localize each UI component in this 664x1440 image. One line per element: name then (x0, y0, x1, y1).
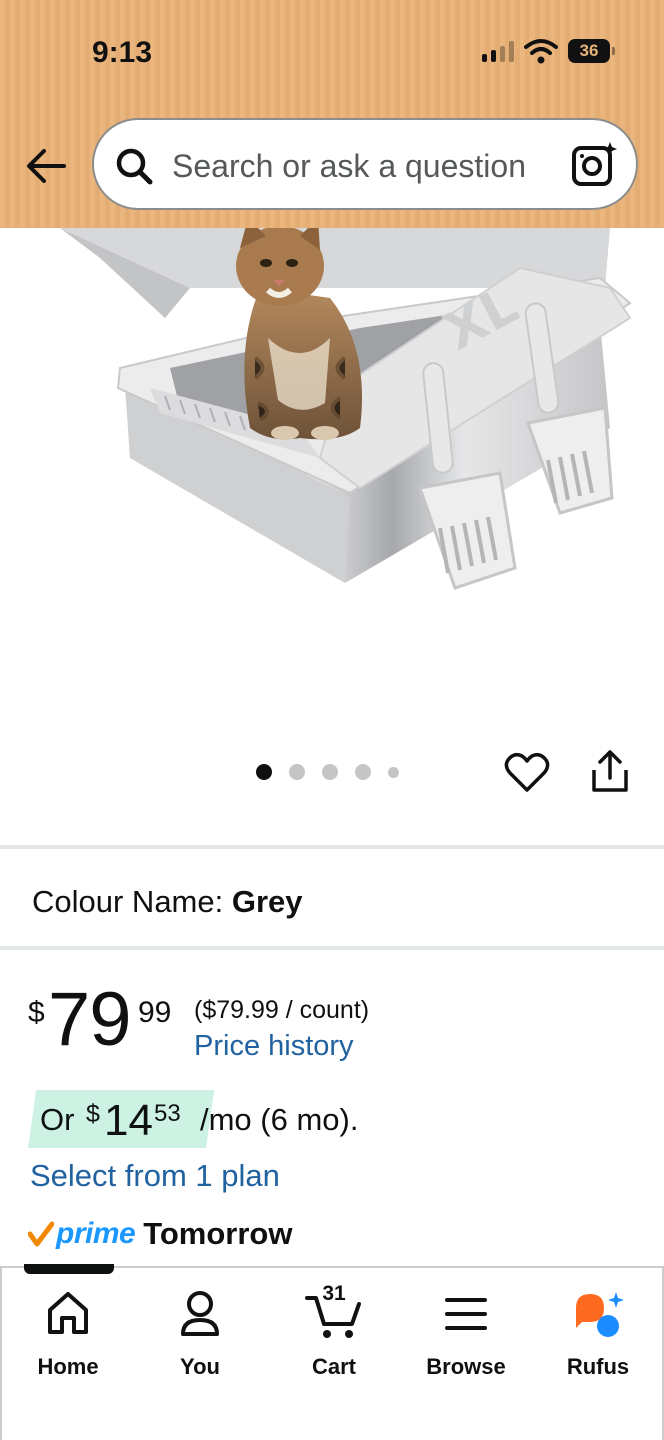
wifi-icon (524, 39, 558, 64)
prime-logo: prime (56, 1217, 136, 1250)
product-image[interactable]: XL (0, 228, 664, 728)
installment-prefix: Or (40, 1102, 75, 1137)
prime-check-icon (28, 1221, 54, 1247)
header: 9:13 36 Search or ask a question (0, 0, 664, 228)
status-icons: 36 (482, 38, 615, 64)
carousel-dot[interactable] (388, 766, 399, 778)
select-plan-link[interactable]: Select from 1 plan (30, 1158, 280, 1194)
back-arrow-icon[interactable] (24, 146, 68, 186)
price-fraction: 99 (138, 996, 172, 1029)
status-time: 9:13 (92, 36, 153, 69)
tab-you[interactable]: You (140, 1288, 260, 1380)
product-page: 9:13 36 Search or ask a question XL Colo… (0, 0, 664, 1440)
search-input[interactable]: Search or ask a question (92, 118, 638, 210)
search-placeholder: Search or ask a question (172, 148, 526, 184)
installment-symbol: $ (86, 1100, 100, 1128)
rufus-icon (576, 1292, 624, 1337)
search-icon (116, 148, 153, 185)
carousel-dot[interactable] (256, 764, 272, 780)
carousel-dot[interactable] (322, 764, 338, 780)
price-history-link[interactable]: Price history (194, 1030, 354, 1063)
active-tab-indicator (24, 1264, 114, 1274)
prime-delivery: prime Tomorrow (28, 1216, 292, 1252)
price-symbol: $ (28, 996, 45, 1029)
tab-label: You (180, 1354, 220, 1379)
person-icon (181, 1291, 219, 1336)
colour-label: Colour Name: (32, 884, 224, 919)
signal-icon (482, 40, 514, 62)
installment-suffix: /mo (6 mo). (200, 1102, 359, 1137)
tab-home[interactable]: Home (8, 1288, 128, 1380)
camera-lens-icon[interactable] (570, 140, 618, 188)
share-icon[interactable] (588, 748, 632, 796)
installment-fraction: 53 (154, 1100, 181, 1127)
bottom-tab-bar: Home You 31 Cart Browse Rufus (0, 1264, 664, 1440)
unit-price: ($79.99 / count) (194, 996, 370, 1024)
cart-count: 31 (322, 1282, 346, 1305)
tab-label: Browse (426, 1354, 506, 1379)
tab-browse[interactable]: Browse (406, 1288, 526, 1380)
divider (0, 845, 664, 849)
divider (0, 946, 664, 950)
carousel-dots[interactable] (256, 764, 416, 780)
carousel-dot[interactable] (355, 764, 371, 780)
heart-icon[interactable] (504, 750, 550, 796)
menu-icon (445, 1298, 487, 1330)
colour-value: Grey (231, 884, 303, 919)
tab-label: Cart (311, 1354, 356, 1379)
carousel-dot[interactable] (289, 764, 305, 780)
delivery-day: Tomorrow (143, 1216, 293, 1251)
price-whole: 79 (48, 977, 132, 1062)
installment-whole: 14 (104, 1096, 153, 1145)
home-icon (48, 1292, 88, 1334)
colour-name-row: Colour Name: Grey (32, 884, 303, 920)
tab-label: Rufus (566, 1354, 630, 1379)
battery-icon: 36 (568, 39, 615, 63)
tab-rufus[interactable]: Rufus (538, 1288, 658, 1380)
tab-cart[interactable]: 31 Cart (274, 1282, 394, 1380)
tab-label: Home (37, 1354, 99, 1379)
